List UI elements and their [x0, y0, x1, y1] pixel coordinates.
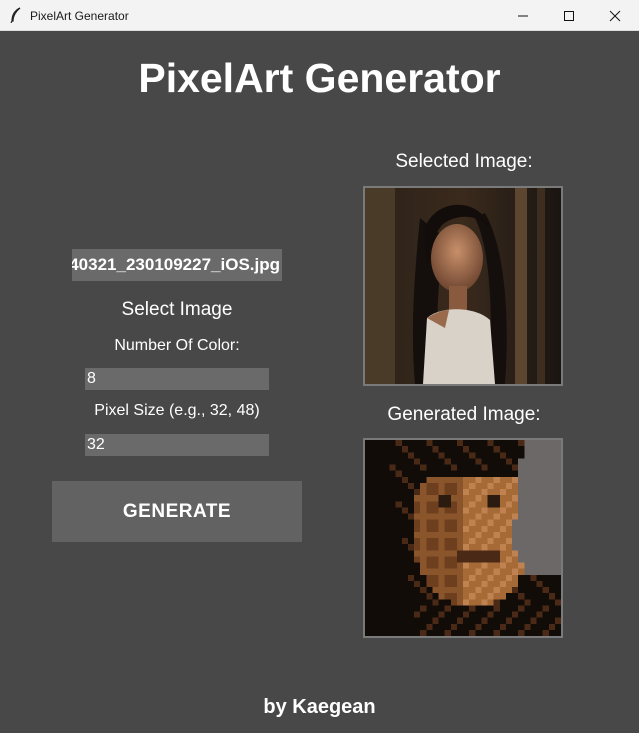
title-bar: PixelArt Generator [0, 0, 639, 31]
pixel-size-input[interactable] [85, 434, 269, 456]
generated-pixel-art-image [365, 440, 561, 636]
number-of-color-input[interactable] [85, 368, 269, 390]
selected-image-preview [363, 186, 563, 386]
page-title: PixelArt Generator [138, 55, 501, 101]
pixel-size-label: Pixel Size (e.g., 32, 48) [94, 402, 260, 419]
minimize-button[interactable] [500, 0, 546, 31]
generate-button[interactable]: GENERATE [52, 481, 302, 542]
maximize-button[interactable] [546, 0, 592, 31]
selected-photo-image [365, 188, 561, 384]
number-of-color-label: Number Of Color: [114, 337, 240, 354]
selected-image-label: Selected Image: [395, 151, 533, 172]
app-client-area: PixelArt Generator Selected Image: Gener… [0, 31, 639, 733]
maximize-icon [564, 11, 574, 21]
feather-icon [10, 7, 21, 23]
selected-filename: 20240321_230109227_iOS.jpg [72, 249, 282, 281]
window-title: PixelArt Generator [30, 9, 129, 23]
author-credit: by Kaegean [263, 696, 376, 718]
close-button[interactable] [592, 0, 638, 31]
generated-image-preview [363, 438, 563, 638]
minimize-icon [518, 15, 528, 17]
generated-image-label: Generated Image: [387, 404, 541, 425]
select-image-button[interactable]: Select Image [72, 299, 282, 321]
close-icon [609, 10, 621, 22]
